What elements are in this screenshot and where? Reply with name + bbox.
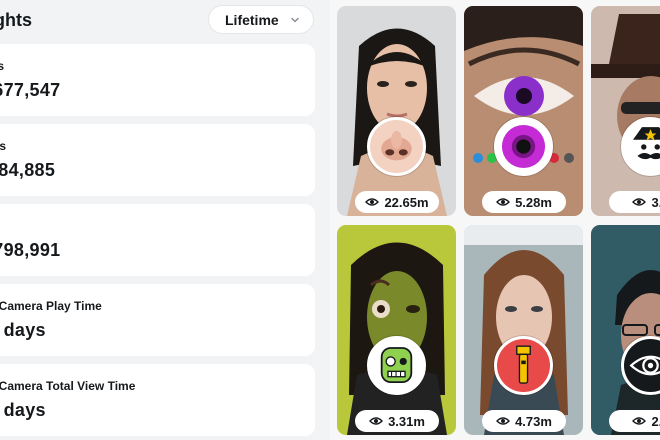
stat-card-views: ws ,677,547: [0, 44, 315, 116]
view-count-pill: 4.73m: [482, 410, 566, 432]
lens-preview: [591, 225, 660, 435]
stat-value: ,798,991: [0, 240, 61, 260]
lens-grid: 22.65m 5.28m 3 3.31m 4.73m 2: [330, 0, 660, 440]
view-count-pill: 3.6: [609, 191, 660, 213]
lens-preview: [337, 6, 456, 216]
purple-eye-icon: [494, 117, 553, 176]
nose-icon: [367, 117, 426, 176]
stat-value: 2 days: [0, 400, 46, 420]
eye-icon: [369, 417, 384, 425]
eye-icon: [365, 198, 380, 206]
lens-preview: [464, 225, 583, 435]
lens-preview: [464, 6, 583, 216]
lens-preview: [591, 6, 660, 216]
view-count-pill: 5.28m: [482, 191, 566, 213]
period-dropdown-label: Lifetime: [225, 11, 279, 28]
page-title: ghts: [0, 10, 32, 30]
insights-panel: ghts Lifetime ws ,677,547 res 584,885 s …: [0, 0, 330, 440]
period-dropdown[interactable]: Lifetime: [209, 6, 313, 33]
view-count: 5.28m: [515, 194, 552, 210]
eye-icon: [632, 417, 647, 425]
view-count: 3.31m: [388, 413, 425, 429]
lens-tile[interactable]: 22.65m: [337, 6, 456, 216]
lens-preview: [337, 225, 456, 435]
stat-card-view-time: p Camera Total View Time 2 days: [0, 364, 315, 436]
eye-icon: [496, 198, 511, 206]
zombie-face-icon: [367, 336, 426, 395]
stat-label: res: [0, 139, 7, 153]
stat-card-play-time: p Camera Play Time 3 days: [0, 284, 315, 356]
stat-value: 584,885: [0, 160, 56, 180]
eye-icon: [496, 417, 511, 425]
lens-tile[interactable]: 2.2: [591, 225, 660, 435]
view-count: 3.6: [651, 194, 660, 210]
stat-label: p Camera Play Time: [0, 299, 102, 313]
lens-tile[interactable]: 5.28m: [464, 6, 583, 216]
lens-tile[interactable]: 3.31m: [337, 225, 456, 435]
flashlight-icon: [494, 336, 553, 395]
stat-value: ,677,547: [0, 80, 61, 100]
view-count-pill: 22.65m: [355, 191, 439, 213]
stat-label: p Camera Total View Time: [0, 379, 136, 393]
stat-value: 3 days: [0, 320, 46, 340]
chevron-down-icon: [291, 17, 299, 23]
view-count: 22.65m: [384, 194, 429, 210]
view-count-pill: 2.2: [609, 410, 660, 432]
stat-card-shares: res 584,885: [0, 124, 315, 196]
view-count-pill: 3.31m: [355, 410, 439, 432]
lens-tile[interactable]: 3.6: [591, 6, 660, 216]
stat-label: ws: [0, 59, 5, 73]
stat-card-users: s ,798,991: [0, 204, 315, 276]
eye-icon: [632, 198, 647, 206]
view-count: 4.73m: [515, 413, 552, 429]
lens-tile[interactable]: 4.73m: [464, 225, 583, 435]
view-count: 2.2: [651, 413, 660, 429]
